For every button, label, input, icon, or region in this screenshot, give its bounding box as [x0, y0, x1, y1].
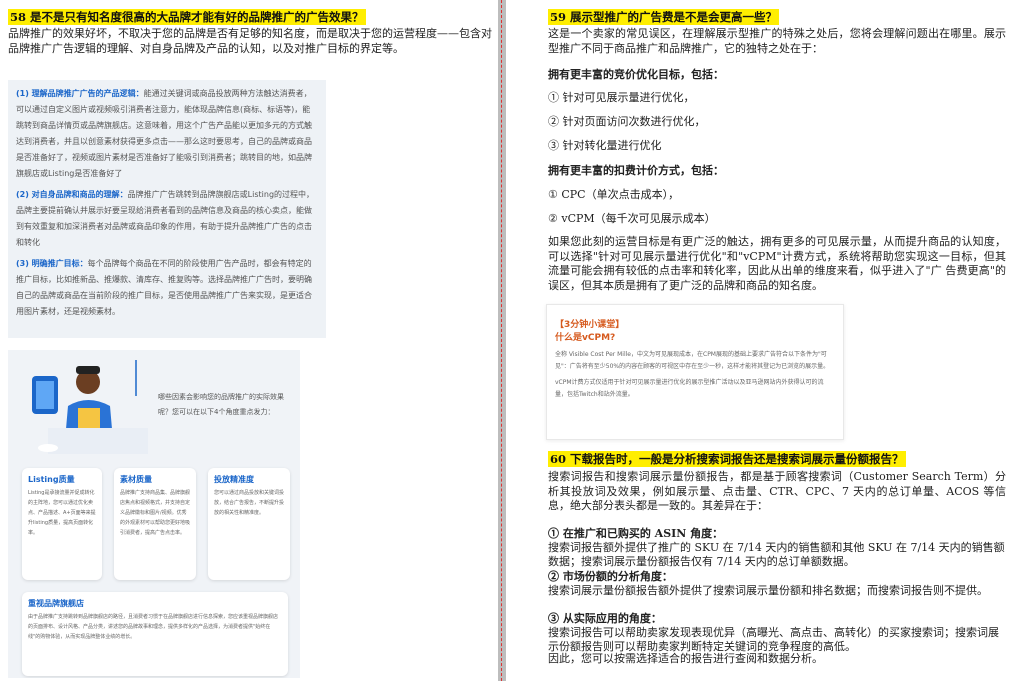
merchant-illustration — [32, 360, 148, 454]
page-divider — [498, 0, 506, 681]
target-item-1: ① 针对可见展示量进行优化， — [548, 91, 695, 104]
targets-heading: 拥有更丰富的竞价优化目标，包括： — [548, 68, 724, 81]
note-title: 什么是vCPM? — [555, 333, 616, 343]
q60-closing: 因此，您可以按需选择适合的报告进行查阅和数据分析。 — [548, 652, 823, 665]
product-logic-box: (1) 理解品牌推广广告的产品逻辑：能通过关键词或商品投放两种方法触达消费者，可… — [8, 80, 326, 338]
card-brand-store: 重视品牌旗舰店 由于品牌推广支持跳转到品牌旗舰店的路径，且消费者习惯于在品牌旗舰… — [22, 592, 288, 676]
note-tag: 【3分钟小课堂】 — [555, 320, 625, 330]
card-targeting-accuracy: 投放精准度 您可以通过商品投放和关键词投放，结合广告报告，不断提升投放的相关性和… — [208, 468, 290, 580]
q59-heading: 59 展示型推广的广告费是不是会更高一些？ — [548, 9, 780, 25]
card-listing-quality: Listing质量 Listing是承接流量并促成转化的主阵地，您可以通过优化卖… — [22, 468, 102, 580]
factors-question: 哪些因素会影响您的品牌推广的实际效果呢？您可以在以下4个角度重点发力： — [158, 393, 284, 416]
box-point-2: (2) 对自身品牌和商品的理解：品牌推广广告跳转到品牌旗舰店或Listing的过… — [16, 190, 315, 247]
q58-intro: 品牌推广的效果好坏，不取决于您的品牌是否有足够的知名度，而是取决于您的运营程度—… — [8, 27, 492, 55]
q60-heading: 60 下载报告时，一般是分析搜索词报告还是搜索词展示量份额报告？ — [548, 451, 906, 467]
billing-item-1: ① CPC（单次点击成本）， — [548, 188, 680, 201]
note-para-2: vCPM计费方式仅适用于针对可见展示量进行优化的展示型推广活动以及亚马逊网站内外… — [555, 379, 824, 398]
target-item-3: ③ 针对转化量进行优化 — [548, 139, 662, 152]
card-material-quality: 素材质量 品牌推广支持商品集、品牌旗舰店焦点和视频格式，并支持自定义品牌徽标和图… — [114, 468, 196, 580]
note-para-1: 全称 Visible Cost Per Mille，中文为可见展现成本，在CPM… — [555, 351, 830, 370]
box-point-1: (1) 理解品牌推广广告的产品逻辑：能通过关键词或商品投放两种方法触达消费者，可… — [16, 89, 312, 178]
q59-intro: 这是一个卖家的常见误区，在理解展示型推广的特殊之处后，您将会理解问题出在哪里。展… — [548, 27, 1006, 55]
vcpm-note-card: 【3分钟小课堂】 什么是vCPM? 全称 Visible Cost Per Mi… — [546, 304, 844, 440]
right-page: 59 展示型推广的广告费是不是会更高一些？ 这是一个卖家的常见误区，在理解展示型… — [506, 0, 1014, 681]
target-item-2: ② 针对页面访问次数进行优化， — [548, 115, 706, 128]
brand-factors-infographic: 哪些因素会影响您的品牌推广的实际效果呢？您可以在以下4个角度重点发力： List… — [8, 350, 300, 678]
box-point-3: (3) 明确推广目标：每个品牌每个商品在不同的阶段使用广告产品时，都会有特定的推… — [16, 259, 312, 316]
diff-1: ① 在推广和已购买的 ASIN 角度： 搜索词报告额外提供了推广的 SKU 在 … — [548, 527, 1005, 568]
left-page: 58 是不是只有知名度很高的大品牌才能有好的品牌推广的广告效果？ 品牌推广的效果… — [0, 0, 498, 681]
diff-3: ③ 从实际应用的角度： 搜索词报告可以帮助卖家发现表现优异（高曝光、高点击、高转… — [548, 612, 999, 653]
billing-heading: 拥有更丰富的扣费计价方式，包括： — [548, 164, 724, 177]
diff-2: ② 市场份额的分析角度： 搜索词展示量份额报告额外提供了搜索词展示量份额和排名数… — [548, 570, 988, 597]
q58-heading: 58 是不是只有知名度很高的大品牌才能有好的品牌推广的广告效果？ — [8, 9, 366, 25]
billing-item-2: ② vCPM（每千次可见展示成本） — [548, 212, 716, 225]
q59-conclusion: 如果您此刻的运营目标是有更广泛的触达，拥有更多的可见展示量，从而提升商品的认知度… — [548, 235, 1006, 292]
q60-intro: 搜索词报告和搜索词展示量份额报告，都是基于顾客搜索词（Customer Sear… — [548, 470, 1006, 512]
